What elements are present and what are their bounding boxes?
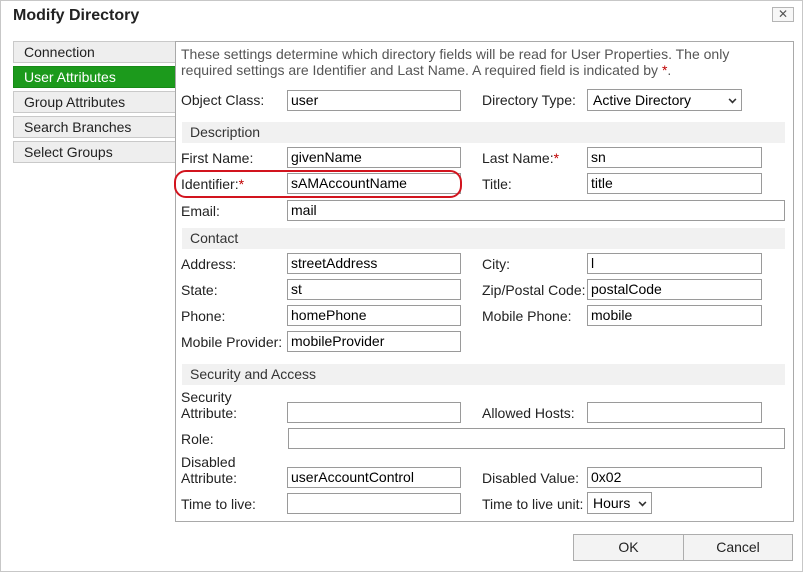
allowed-hosts-label: Allowed Hosts: bbox=[482, 405, 575, 421]
disabled-attribute-label-line2: Attribute: bbox=[181, 470, 238, 486]
directory-type-label: Directory Type: bbox=[482, 92, 576, 108]
chevron-down-icon bbox=[638, 498, 647, 507]
chevron-down-icon bbox=[728, 95, 737, 104]
city-input[interactable]: l bbox=[587, 253, 762, 274]
title-input[interactable]: title bbox=[587, 173, 762, 194]
ok-button[interactable]: OK bbox=[573, 534, 684, 561]
required-marker: * bbox=[553, 150, 560, 166]
object-class-input[interactable]: user bbox=[287, 90, 461, 111]
email-input[interactable]: mail bbox=[287, 200, 785, 221]
first-name-label: First Name: bbox=[181, 150, 254, 166]
time-to-live-unit-select[interactable]: Hours bbox=[587, 492, 652, 514]
sidebar-item-select-groups[interactable]: Select Groups bbox=[13, 141, 176, 163]
cancel-button[interactable]: Cancel bbox=[683, 534, 793, 561]
title-label: Title: bbox=[482, 176, 512, 192]
close-button[interactable]: ✕ bbox=[772, 7, 794, 22]
time-to-live-label: Time to live: bbox=[181, 496, 256, 512]
last-name-label: Last Name:* bbox=[482, 150, 559, 166]
security-attribute-input[interactable] bbox=[287, 402, 461, 423]
disabled-value-input[interactable]: 0x02 bbox=[587, 467, 762, 488]
time-to-live-unit-label: Time to live unit: bbox=[482, 496, 584, 512]
security-attribute-label-line2: Attribute: bbox=[181, 405, 238, 421]
last-name-label-text: Last Name: bbox=[482, 150, 554, 166]
section-description: Description bbox=[182, 122, 785, 143]
annotation-circle bbox=[174, 170, 462, 198]
email-label: Email: bbox=[181, 203, 220, 219]
mobile-provider-label: Mobile Provider: bbox=[181, 334, 283, 350]
role-label: Role: bbox=[181, 431, 214, 447]
close-icon: ✕ bbox=[777, 7, 789, 21]
phone-label: Phone: bbox=[181, 308, 226, 324]
last-name-input[interactable]: sn bbox=[587, 147, 762, 168]
sidebar-item-connection[interactable]: Connection bbox=[13, 41, 176, 63]
sidebar-item-group-attributes[interactable]: Group Attributes bbox=[13, 91, 176, 113]
section-security-and-access: Security and Access bbox=[182, 364, 785, 385]
state-input[interactable]: st bbox=[287, 279, 461, 300]
security-attribute-label-line1: Security bbox=[181, 389, 232, 405]
mobile-provider-input[interactable]: mobileProvider bbox=[287, 331, 461, 352]
dialog-title: Modify Directory bbox=[13, 7, 140, 24]
sidebar-item-search-branches[interactable]: Search Branches bbox=[13, 116, 176, 138]
security-attribute-label: Security Attribute: bbox=[181, 389, 237, 421]
disabled-attribute-input[interactable]: userAccountControl bbox=[287, 467, 461, 488]
sidebar-item-user-attributes[interactable]: User Attributes bbox=[13, 66, 176, 88]
info-text: These settings determine which directory… bbox=[181, 46, 781, 78]
address-label: Address: bbox=[181, 256, 237, 272]
info-text-body: These settings determine which directory… bbox=[181, 46, 730, 78]
sidebar: Connection User Attributes Group Attribu… bbox=[13, 41, 176, 166]
role-input[interactable] bbox=[288, 428, 785, 449]
disabled-attribute-label-line1: Disabled bbox=[181, 454, 236, 470]
zip-input[interactable]: postalCode bbox=[587, 279, 762, 300]
disabled-value-label: Disabled Value: bbox=[482, 470, 580, 486]
modify-directory-dialog: Modify Directory ✕ Connection User Attri… bbox=[0, 0, 803, 572]
first-name-input[interactable]: givenName bbox=[287, 147, 461, 168]
city-label: City: bbox=[482, 256, 510, 272]
object-class-label: Object Class: bbox=[181, 92, 265, 108]
directory-type-select[interactable]: Active Directory bbox=[587, 89, 742, 111]
mobile-phone-label: Mobile Phone: bbox=[482, 308, 572, 324]
section-contact: Contact bbox=[182, 228, 785, 249]
time-to-live-unit-value: Hours bbox=[593, 495, 631, 511]
zip-label: Zip/Postal Code: bbox=[482, 282, 586, 298]
mobile-phone-input[interactable]: mobile bbox=[587, 305, 762, 326]
disabled-attribute-label: Disabled Attribute: bbox=[181, 454, 237, 486]
info-period: . bbox=[667, 62, 672, 78]
phone-input[interactable]: homePhone bbox=[287, 305, 461, 326]
directory-type-value: Active Directory bbox=[593, 92, 692, 108]
user-attributes-panel: These settings determine which directory… bbox=[175, 41, 794, 522]
time-to-live-input[interactable] bbox=[287, 493, 461, 514]
state-label: State: bbox=[181, 282, 218, 298]
allowed-hosts-input[interactable] bbox=[587, 402, 762, 423]
address-input[interactable]: streetAddress bbox=[287, 253, 461, 274]
